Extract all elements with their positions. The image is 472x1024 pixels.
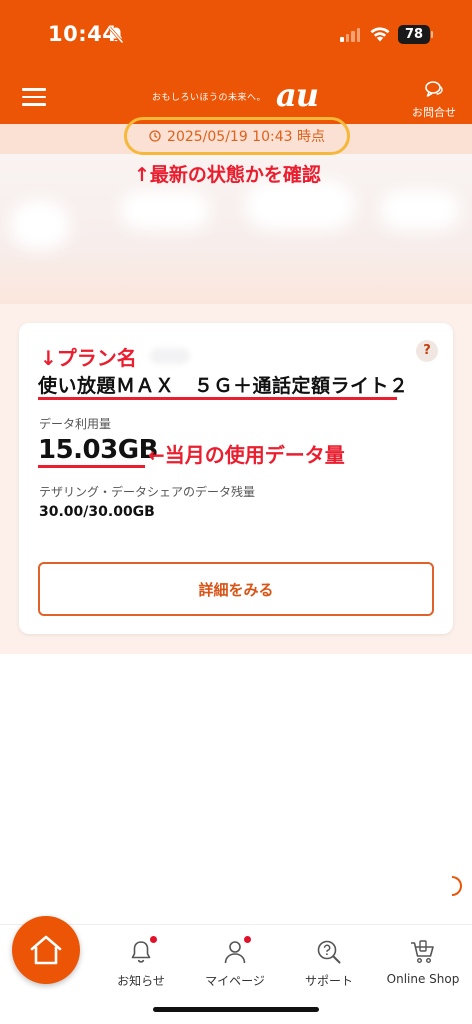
annotation-latest: ↑最新の状態かを確認 <box>134 164 321 186</box>
bell-off-icon <box>108 26 124 44</box>
app-header: 10:44 78 おもしろいほうの未来へ。 au お問合せ <box>0 0 472 124</box>
blurred-shape <box>380 190 460 230</box>
contact-label: お問合せ <box>412 106 456 119</box>
home-button[interactable] <box>12 916 80 984</box>
blurred-shape <box>245 180 355 230</box>
annotation-plan: ↓プラン名 <box>40 346 137 370</box>
shopping-cart-icon <box>411 940 434 964</box>
plan-underline <box>38 397 397 400</box>
nav-mypage[interactable]: マイページ <box>190 936 280 989</box>
plan-name: 使い放題ＭＡＸ ５Ｇ＋通話定額ライト２ <box>38 375 409 397</box>
nav-support[interactable]: サポート <box>284 936 374 989</box>
usage-label: データ利用量 <box>39 417 112 431</box>
timestamp-highlight: 2025/05/19 10:43 時点 <box>124 117 350 155</box>
tether-label: テザリング・データシェアのデータ残量 <box>39 485 256 499</box>
bell-icon <box>131 941 151 963</box>
chevron-right-icon[interactable] <box>452 876 462 896</box>
view-details-button[interactable]: 詳細をみる <box>38 562 434 616</box>
usage-value: 15.03GB <box>38 435 158 465</box>
menu-button[interactable] <box>22 88 46 106</box>
nav-label-notifications: お知らせ <box>117 974 165 988</box>
home-indicator <box>153 1007 319 1012</box>
chat-bubble-icon <box>425 81 443 97</box>
blurred-shape <box>120 190 210 230</box>
battery-tip <box>431 31 433 38</box>
status-time: 10:44 <box>48 22 118 46</box>
support-search-icon <box>317 940 341 964</box>
nav-online-shop[interactable]: Online Shop <box>378 936 468 986</box>
cellular-signal-icon <box>340 27 360 42</box>
tether-value: 30.00/30.00GB <box>39 504 155 520</box>
battery-icon: 78 <box>398 25 430 44</box>
home-icon <box>30 935 62 965</box>
au-logo[interactable]: au <box>276 76 319 114</box>
clock-icon <box>149 130 161 142</box>
nav-label-support: サポート <box>304 974 353 988</box>
annotation-usage: ←当月の使用データ量 <box>148 443 345 467</box>
person-icon <box>224 941 246 964</box>
help-icon[interactable]: ? <box>416 340 438 362</box>
usage-underline <box>38 465 145 468</box>
nav-notifications[interactable]: お知らせ <box>96 936 186 989</box>
wifi-icon <box>370 27 390 42</box>
notification-dot <box>150 936 157 943</box>
nav-label-mypage: マイページ <box>205 974 265 988</box>
blurred-shape <box>10 200 70 250</box>
timestamp-text: 2025/05/19 10:43 時点 <box>167 129 325 145</box>
redaction-smear <box>150 348 190 364</box>
brand-tagline: おもしろいほうの未来へ。 <box>152 93 267 103</box>
nav-label-online-shop: Online Shop <box>386 972 460 986</box>
contact-button[interactable]: お問合せ <box>404 80 464 120</box>
notification-dot <box>244 936 251 943</box>
